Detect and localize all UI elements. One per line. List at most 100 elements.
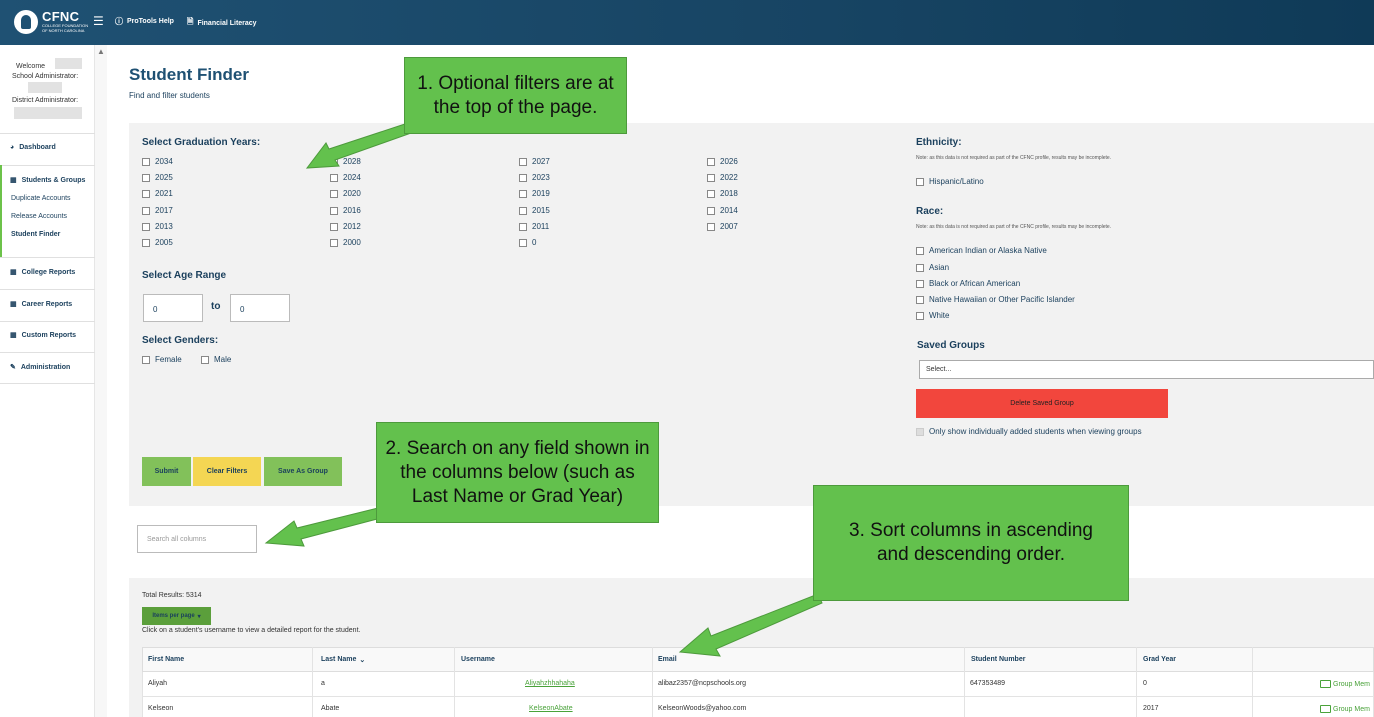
sidebar-item-students-groups[interactable]: ▦ Students & Groups bbox=[10, 176, 85, 185]
checkbox[interactable] bbox=[519, 222, 527, 231]
column-header-grad-year[interactable]: Grad Year bbox=[1143, 656, 1176, 663]
grad-year-checkbox[interactable]: 2019 bbox=[519, 189, 550, 198]
checkbox[interactable] bbox=[707, 157, 715, 166]
checkbox[interactable] bbox=[330, 173, 338, 182]
callout-text: 2. Search on any field shown in the colu… bbox=[385, 437, 650, 507]
items-per-page-button[interactable]: Items per page ▾ bbox=[142, 607, 211, 625]
race-checkbox[interactable]: American Indian or Alaska Native bbox=[916, 246, 1047, 255]
checkbox[interactable] bbox=[707, 173, 715, 182]
delete-saved-group-button[interactable]: Delete Saved Group bbox=[916, 389, 1168, 418]
grad-year-checkbox[interactable]: 2005 bbox=[142, 238, 173, 247]
checkbox[interactable] bbox=[330, 238, 338, 247]
scroll-up-arrow-icon[interactable]: ▲ bbox=[97, 47, 105, 56]
gender-male-checkbox[interactable]: Male bbox=[201, 355, 231, 364]
checkbox[interactable] bbox=[916, 263, 924, 272]
column-header-last-name[interactable]: Last Name ⌄ bbox=[321, 656, 365, 664]
sidebar-item-dashboard[interactable]: ◕ Dashboard bbox=[10, 144, 56, 151]
checkbox[interactable] bbox=[142, 222, 150, 231]
age-to-input[interactable]: 0 bbox=[230, 294, 290, 322]
grad-year-checkbox[interactable]: 2028 bbox=[330, 157, 361, 166]
grad-year-checkbox[interactable]: 2024 bbox=[330, 173, 361, 182]
sidebar-item-release-accounts[interactable]: Release Accounts bbox=[11, 213, 67, 220]
grad-year-checkbox[interactable]: 2026 bbox=[707, 157, 738, 166]
submit-button[interactable]: Submit bbox=[142, 457, 191, 486]
cfnc-logo[interactable]: CFNC COLLEGE FOUNDATION OF NORTH CAROLIN… bbox=[12, 8, 92, 36]
checkbox[interactable] bbox=[916, 177, 924, 186]
checkbox[interactable] bbox=[707, 189, 715, 198]
checkbox[interactable] bbox=[916, 311, 924, 320]
username-link[interactable]: KelseonAbate bbox=[529, 705, 573, 712]
checkbox[interactable] bbox=[201, 355, 209, 364]
checkbox[interactable] bbox=[330, 157, 338, 166]
protools-help-link[interactable]: ⓘ ProTools Help bbox=[115, 16, 174, 27]
group-membership-button[interactable]: Group Mem bbox=[1320, 680, 1370, 688]
grad-year-checkbox[interactable]: 2022 bbox=[707, 173, 738, 182]
sidebar-item-duplicate-accounts[interactable]: Duplicate Accounts bbox=[11, 195, 71, 202]
checkbox-label: 2015 bbox=[532, 206, 550, 215]
column-header-first-name[interactable]: First Name bbox=[148, 656, 184, 663]
race-checkbox[interactable]: Native Hawaiian or Other Pacific Islande… bbox=[916, 295, 1075, 304]
column-header-username[interactable]: Username bbox=[461, 656, 495, 663]
age-from-input[interactable]: 0 bbox=[143, 294, 203, 322]
gender-female-checkbox[interactable]: Female bbox=[142, 355, 182, 364]
checkbox[interactable] bbox=[142, 355, 150, 364]
checkbox[interactable] bbox=[707, 206, 715, 215]
race-checkbox[interactable]: Black or African American bbox=[916, 279, 1020, 288]
checkbox[interactable] bbox=[916, 246, 924, 255]
grad-year-checkbox[interactable]: 2034 bbox=[142, 157, 173, 166]
checkbox[interactable] bbox=[519, 206, 527, 215]
grad-year-checkbox[interactable]: 2011 bbox=[519, 222, 549, 231]
checkbox[interactable] bbox=[707, 222, 715, 231]
sidebar-scrollbar[interactable] bbox=[95, 45, 107, 717]
sidebar-item-custom-reports[interactable]: ▦ Custom Reports bbox=[10, 331, 76, 340]
checkbox[interactable] bbox=[330, 206, 338, 215]
grad-year-checkbox[interactable]: 2007 bbox=[707, 222, 738, 231]
saved-groups-select[interactable]: Select... bbox=[919, 360, 1374, 379]
checkbox[interactable] bbox=[142, 173, 150, 182]
username-link[interactable]: Aliyahzhhahaha bbox=[525, 680, 575, 687]
only-individual-checkbox[interactable]: Only show individually added students wh… bbox=[916, 427, 1142, 436]
column-header-student-number[interactable]: Student Number bbox=[971, 656, 1025, 663]
grad-year-checkbox[interactable]: 2012 bbox=[330, 222, 361, 231]
checkbox[interactable] bbox=[916, 279, 924, 288]
clear-filters-button[interactable]: Clear Filters bbox=[193, 457, 261, 486]
checkbox[interactable] bbox=[519, 157, 527, 166]
grad-year-checkbox[interactable]: 2014 bbox=[707, 206, 738, 215]
save-as-group-button[interactable]: Save As Group bbox=[264, 457, 342, 486]
grad-year-checkbox[interactable]: 2021 bbox=[142, 189, 173, 198]
checkbox[interactable] bbox=[142, 189, 150, 198]
sidebar-item-career-reports[interactable]: ▦ Career Reports bbox=[10, 300, 72, 309]
grad-year-checkbox[interactable]: 2025 bbox=[142, 173, 173, 182]
column-header-email[interactable]: Email bbox=[658, 656, 677, 663]
grad-year-checkbox[interactable]: 2027 bbox=[519, 157, 550, 166]
grad-year-checkbox[interactable]: 2018 bbox=[707, 189, 738, 198]
financial-literacy-link[interactable]: 🗎 Financial Literacy bbox=[187, 16, 257, 30]
sidebar-item-college-reports[interactable]: ▦ College Reports bbox=[10, 268, 75, 277]
grad-year-checkbox[interactable]: 2020 bbox=[330, 189, 361, 198]
grad-year-checkbox[interactable]: 2013 bbox=[142, 222, 173, 231]
race-checkbox[interactable]: White bbox=[916, 311, 949, 320]
grad-year-checkbox[interactable]: 2016 bbox=[330, 206, 361, 215]
search-input[interactable]: Search all columns bbox=[137, 525, 257, 553]
grad-year-checkbox[interactable]: 2017 bbox=[142, 206, 173, 215]
checkbox[interactable] bbox=[519, 173, 527, 182]
race-checkbox[interactable]: Asian bbox=[916, 263, 949, 272]
checkbox[interactable] bbox=[916, 427, 924, 436]
checkbox[interactable] bbox=[519, 189, 527, 198]
sidebar-item-student-finder[interactable]: Student Finder bbox=[11, 231, 60, 238]
checkbox[interactable] bbox=[330, 222, 338, 231]
grad-year-checkbox[interactable]: 2023 bbox=[519, 173, 550, 182]
checkbox[interactable] bbox=[330, 189, 338, 198]
sidebar-item-administration[interactable]: ✎ Administration bbox=[10, 363, 70, 372]
ethnicity-hispanic-checkbox[interactable]: Hispanic/Latino bbox=[916, 177, 984, 186]
group-membership-button[interactable]: Group Mem bbox=[1320, 705, 1370, 713]
checkbox[interactable] bbox=[142, 157, 150, 166]
checkbox[interactable] bbox=[142, 206, 150, 215]
grad-year-checkbox[interactable]: 2015 bbox=[519, 206, 550, 215]
checkbox[interactable] bbox=[916, 295, 924, 304]
hamburger-menu-icon[interactable]: ☰ bbox=[93, 14, 104, 28]
checkbox[interactable] bbox=[142, 238, 150, 247]
grad-year-checkbox[interactable]: 0 bbox=[519, 238, 536, 247]
grad-year-checkbox[interactable]: 2000 bbox=[330, 238, 361, 247]
checkbox[interactable] bbox=[519, 238, 527, 247]
